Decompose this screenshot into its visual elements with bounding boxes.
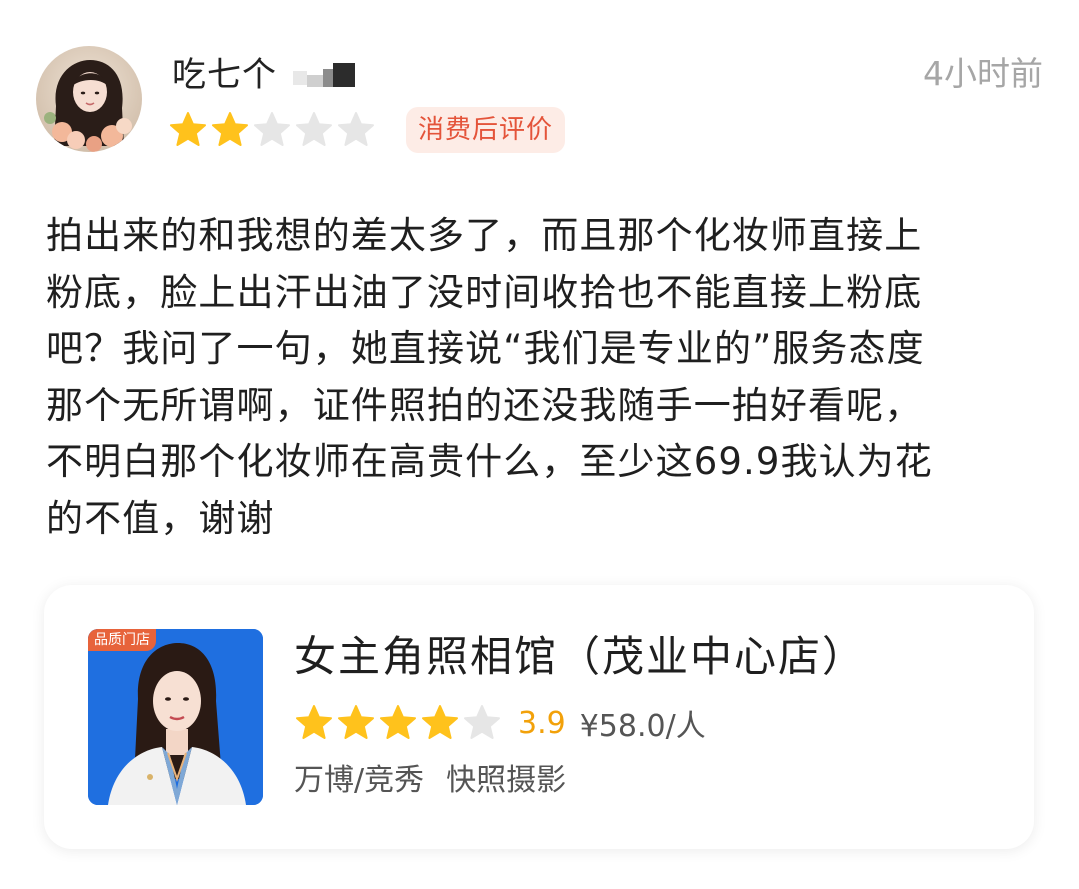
shop-rating-row: 3.9 ¥58.0/人 (294, 699, 706, 747)
review-text: 拍出来的和我想的差太多了，而且那个化妆师直接上 粉底，脸上出汗出油了没时间收拾也… (46, 214, 933, 540)
review-time: 4小时前 (923, 54, 1043, 93)
user-avatar[interactable] (36, 46, 142, 152)
star-empty-icon (462, 703, 504, 743)
shop-card[interactable]: 品质门店 女主角照相馆（茂业中心店） 3.9 ¥58.0/人 万博/竞秀 快照摄… (44, 585, 1034, 849)
user-rating-stars (168, 110, 378, 150)
star-filled-icon (336, 703, 378, 743)
shop-price: ¥58.0/人 (579, 709, 706, 744)
star-filled-icon (294, 703, 336, 743)
star-empty-icon (336, 110, 378, 150)
shop-rating-stars (294, 703, 504, 743)
star-empty-icon (252, 110, 294, 150)
shop-category: 快照摄影 (446, 763, 567, 798)
shop-area: 万博/竞秀 (294, 763, 425, 798)
username-row: 吃七个 (172, 52, 355, 98)
post-purchase-review-badge: 消费后评价 (406, 107, 566, 153)
username[interactable]: 吃七个 (172, 52, 277, 98)
user-rating-row: 消费后评价 (168, 106, 566, 154)
star-filled-icon (378, 703, 420, 743)
quality-store-tag: 品质门店 (88, 629, 156, 651)
star-filled-icon (210, 110, 252, 150)
star-filled-icon (168, 110, 210, 150)
star-filled-icon (420, 703, 462, 743)
shop-tags: 万博/竞秀 快照摄影 (294, 759, 566, 803)
shop-photo[interactable]: 品质门店 (88, 629, 263, 805)
shop-score: 3.9 (518, 705, 566, 741)
redacted-username-suffix (293, 61, 355, 89)
star-empty-icon (294, 110, 336, 150)
shop-name[interactable]: 女主角照相馆（茂业中心店） (294, 629, 866, 685)
